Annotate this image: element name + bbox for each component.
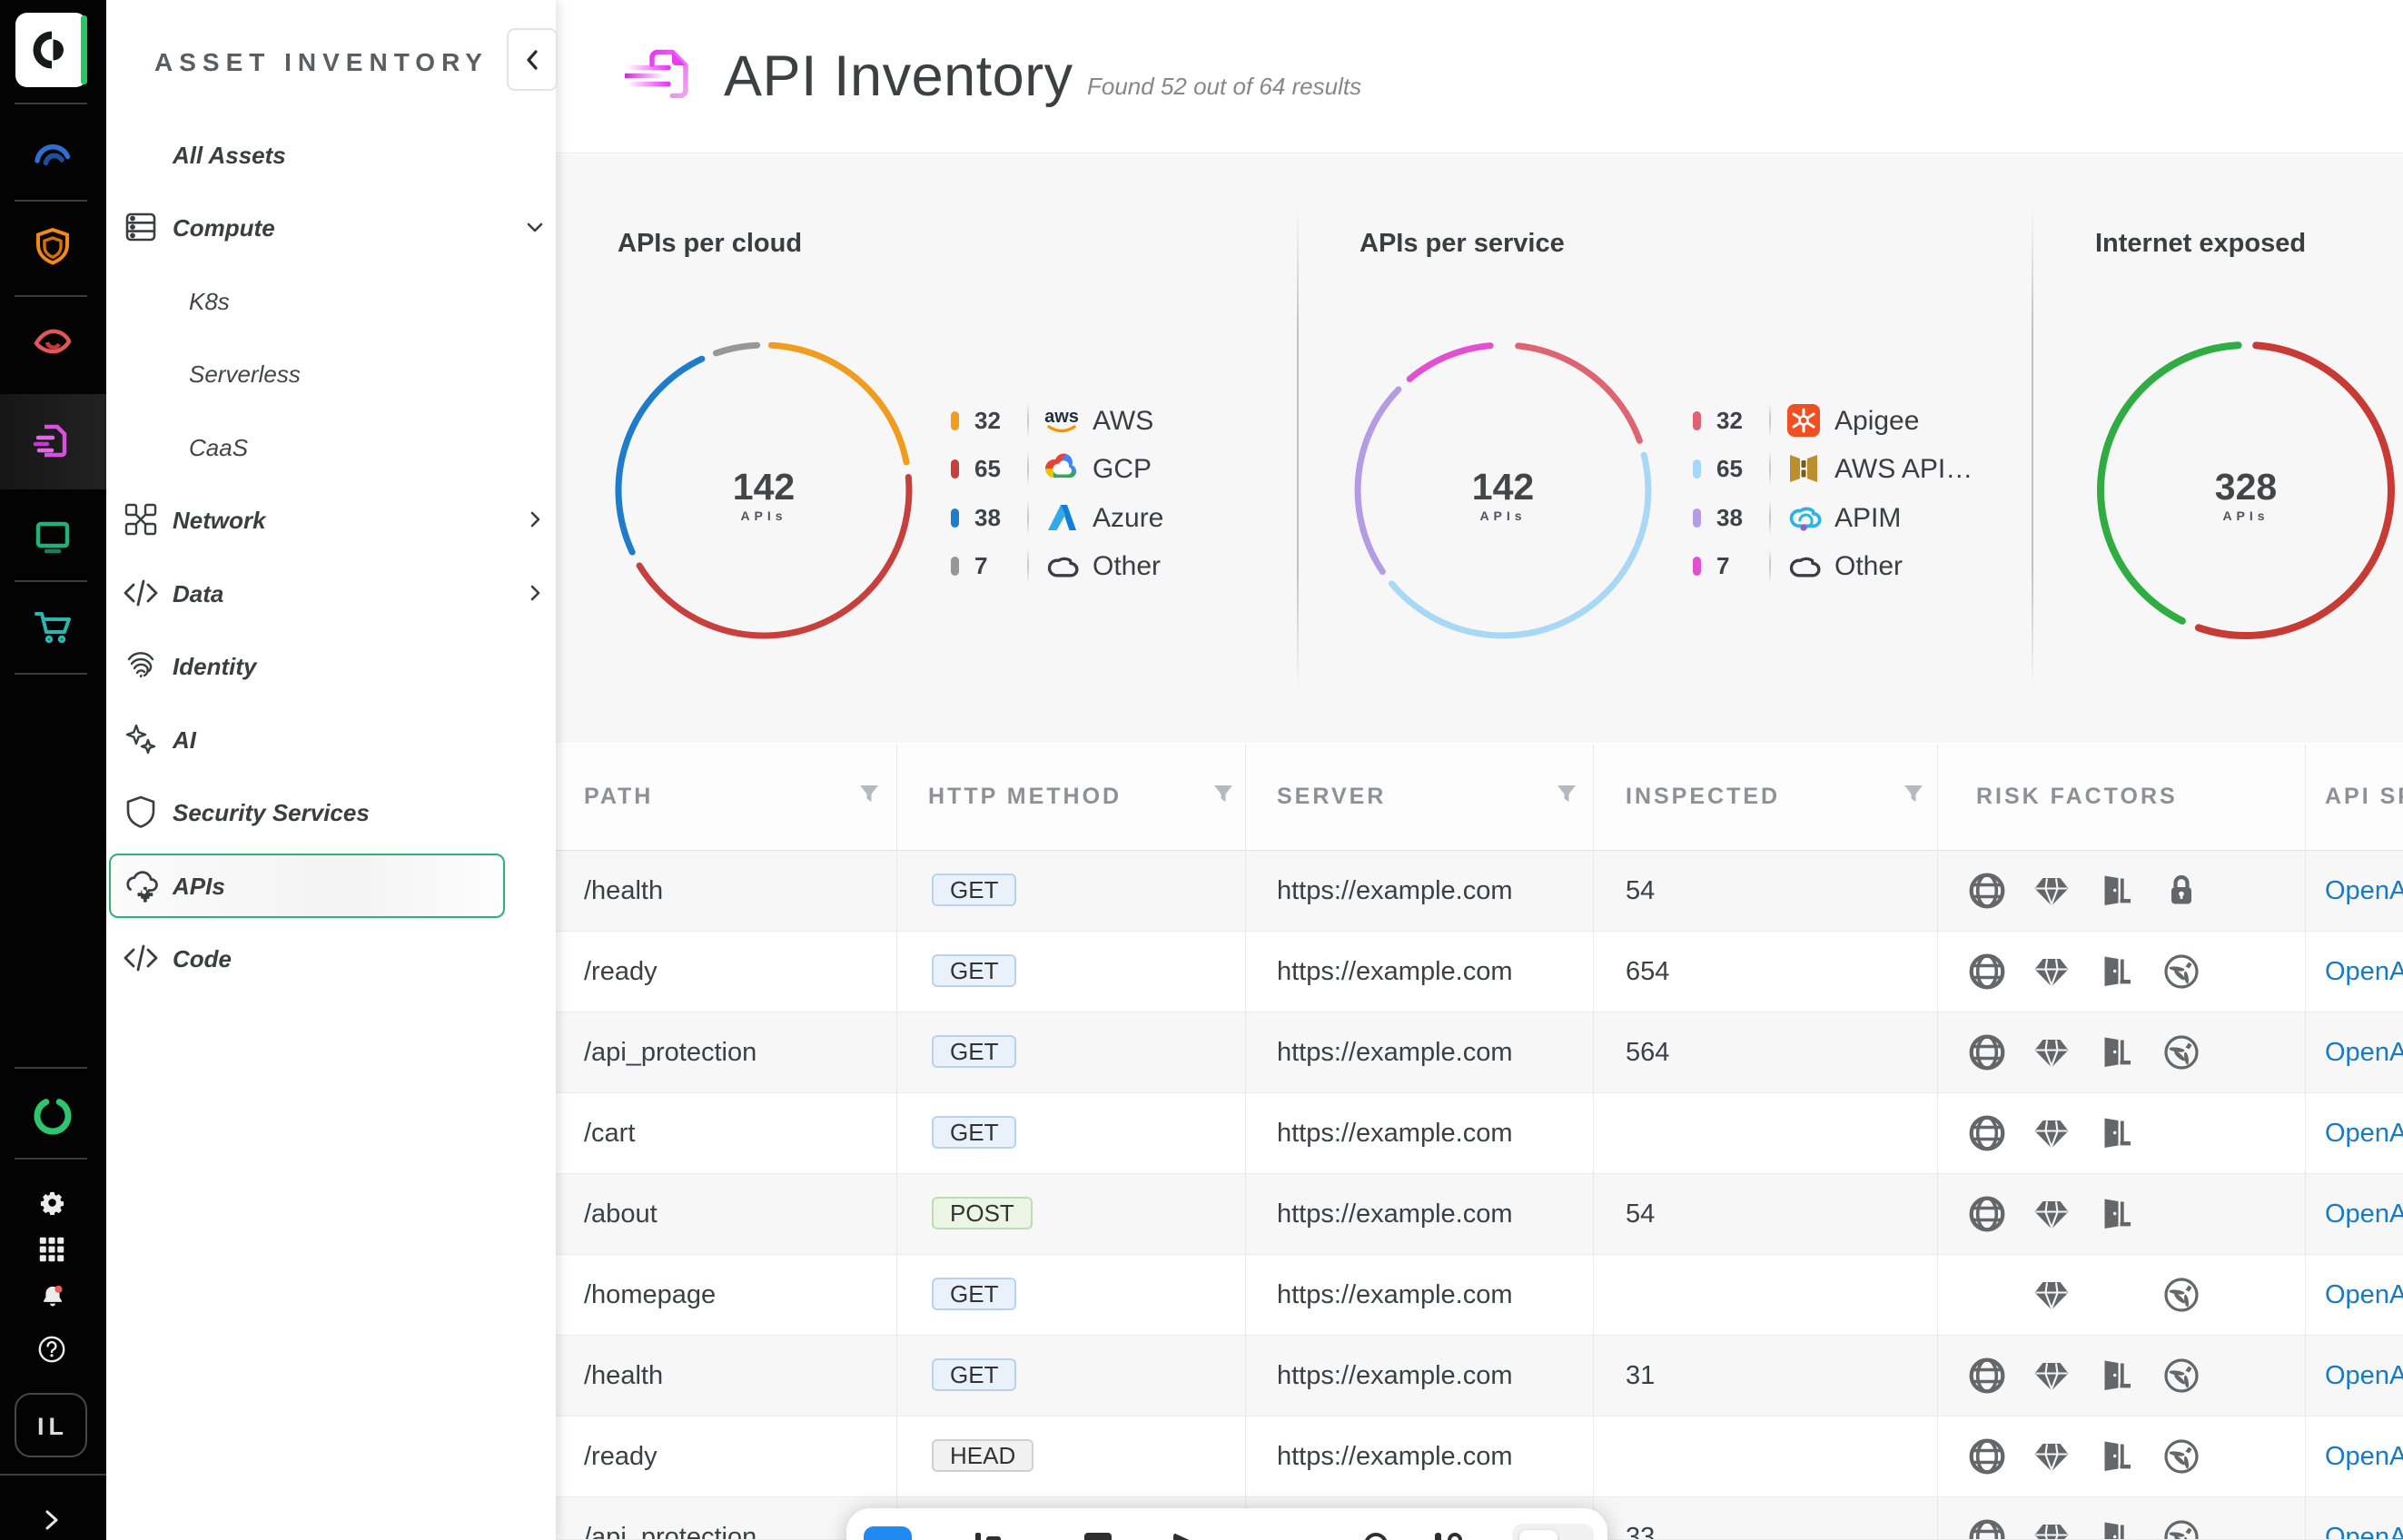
- svg-text:aws: aws: [1044, 407, 1079, 427]
